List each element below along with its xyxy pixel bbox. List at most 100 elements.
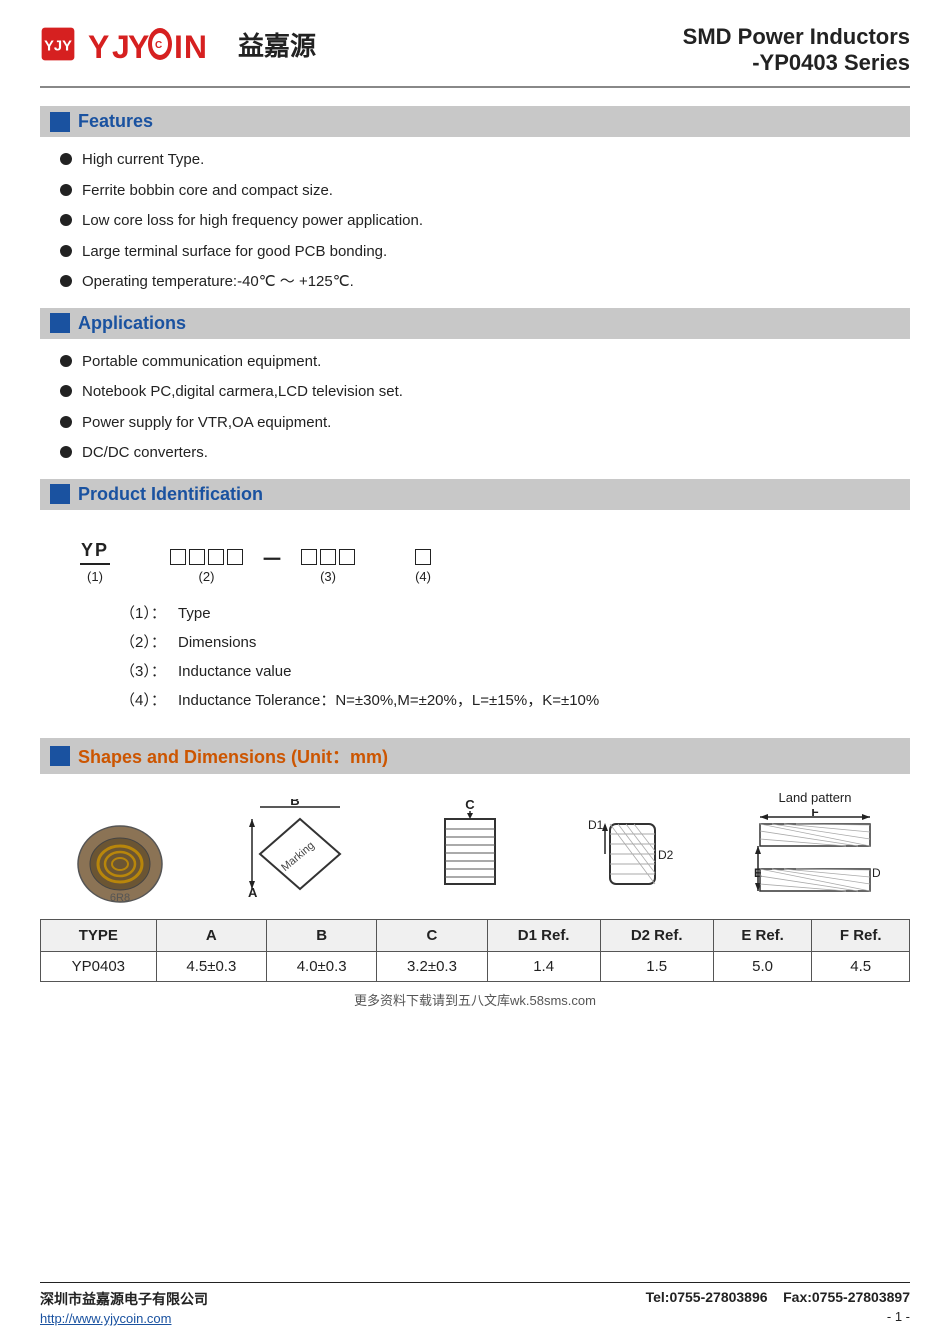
col-b: B [267,919,377,951]
svg-text:Y: Y [88,29,110,64]
list-item: Portable communication equipment. [60,351,910,374]
pid-box [189,549,205,565]
bullet-icon [60,184,72,196]
title-area: SMD Power Inductors -YP0403 Series [683,24,910,76]
footer-page: - 1 - [646,1309,910,1324]
svg-text:D2: D2 [872,866,880,880]
svg-text:D2: D2 [658,848,674,862]
cell-a: 4.5±0.3 [156,951,266,981]
applications-header: Applications [40,308,910,339]
list-item: DC/DC converters. [60,442,910,465]
land-pattern-label: Land pattern [778,790,851,805]
cell-f: 4.5 [812,951,910,981]
pid-descriptions: （1）： Type （2）： Dimensions （3）： Inductanc… [80,602,870,710]
page-footer: 深圳市益嘉源电子有限公司 http://www.yjycoin.com Tel:… [40,1282,910,1326]
logo-chinese: 益嘉源 [238,26,316,63]
col-d2: D2 Ref. [600,919,713,951]
side-view-ab: B A Marking [240,799,360,909]
applications-icon [50,313,70,333]
svg-text:YJY: YJY [44,39,72,55]
applications-section: Applications Portable communication equi… [40,308,910,465]
pid-yp-label: YP [80,540,110,565]
pid-part4: (4) [415,549,431,584]
page-header: YJY Y J Y C IN 益嘉源 [40,24,910,88]
bullet-icon [60,385,72,397]
features-section: Features High current Type. Ferrite bobb… [40,106,910,294]
shapes-icon [50,746,70,766]
features-icon [50,112,70,132]
pid-desc-3: （3）： Inductance value [100,660,870,681]
bullet-icon [60,446,72,458]
shapes-header: Shapes and Dimensions (Unit：mm) [40,738,910,774]
cell-type: YP0403 [41,951,157,981]
product-id-section: Product Identification YP (1) [40,479,910,728]
cell-e: 5.0 [713,951,812,981]
svg-text:C: C [155,40,163,51]
pid-num1: (1) [87,569,103,584]
logo-area: YJY Y J Y C IN 益嘉源 [40,24,316,64]
list-item: Low core loss for high frequency power a… [60,210,910,233]
col-c: C [377,919,487,951]
svg-text:F: F [811,809,818,819]
applications-title: Applications [78,313,186,334]
bullet-icon [60,355,72,367]
list-item: Power supply for VTR,OA equipment. [60,412,910,435]
svg-text:Y: Y [128,29,150,64]
bullet-icon [60,416,72,428]
land-pattern: Land pattern F E [750,790,880,909]
pid-box [301,549,317,565]
footer-left: 深圳市益嘉源电子有限公司 http://www.yjycoin.com [40,1289,208,1326]
footer-right: Tel:0755-27803896 Fax:0755-27803897 - 1 … [646,1289,910,1324]
pid-num4: (4) [415,569,431,584]
features-header: Features [40,106,910,137]
cell-d1: 1.4 [487,951,600,981]
pid-box [170,549,186,565]
pid-num3: (3) [320,569,336,584]
pid-boxes3 [301,549,355,565]
pid-part2: (2) [170,549,243,584]
pid-boxes4 [415,549,431,565]
watermark: 更多资料下载请到五八文库wk.58sms.com [40,990,910,1039]
svg-text:IN: IN [174,29,208,64]
footer-company: 深圳市益嘉源电子有限公司 [40,1289,208,1309]
cell-b: 4.0±0.3 [267,951,377,981]
applications-list: Portable communication equipment. Notebo… [40,351,910,465]
pid-box [320,549,336,565]
footer-contact: Tel:0755-27803896 Fax:0755-27803897 [646,1289,910,1305]
bullet-icon [60,214,72,226]
pid-part1: YP (1) [80,540,110,584]
dimensions-table: TYPE A B C D1 Ref. D2 Ref. E Ref. F Ref.… [40,919,910,982]
cell-d2: 1.5 [600,951,713,981]
pid-dash: － [261,542,283,574]
product-id-icon [50,484,70,504]
list-item: Operating temperature:-40℃ ～ +125℃. [60,271,910,294]
pid-box [339,549,355,565]
list-item: Ferrite bobbin core and compact size. [60,180,910,203]
shapes-images-row: 6R8 B A Marking [40,790,910,909]
list-item: High current Type. [60,149,910,172]
bullet-icon [60,245,72,257]
svg-text:B: B [290,799,299,808]
product-id-title: Product Identification [78,484,263,505]
cross-section-c: C [430,799,510,909]
pid-num2: (2) [199,569,215,584]
product-id-diagram: YP (1) (2) － [80,540,870,584]
features-title: Features [78,111,153,132]
logo-latin: Y J Y C IN [88,24,224,64]
footer-website[interactable]: http://www.yjycoin.com [40,1311,208,1326]
product-line: SMD Power Inductors [683,24,910,50]
col-d1: D1 Ref. [487,919,600,951]
svg-text:D1: D1 [588,818,604,832]
cell-c: 3.2±0.3 [377,951,487,981]
col-type: TYPE [41,919,157,951]
svg-text:A: A [248,885,258,900]
table-header-row: TYPE A B C D1 Ref. D2 Ref. E Ref. F Ref. [41,919,910,951]
shapes-title: Shapes and Dimensions (Unit：mm) [78,743,388,769]
col-e: E Ref. [713,919,812,951]
product-id-header: Product Identification [40,479,910,510]
pid-part3: (3) [301,549,355,584]
inductor-photo: 6R8 [70,819,170,909]
bullet-icon [60,153,72,165]
features-list: High current Type. Ferrite bobbin core a… [40,149,910,294]
product-id-area: YP (1) (2) － [40,522,910,728]
